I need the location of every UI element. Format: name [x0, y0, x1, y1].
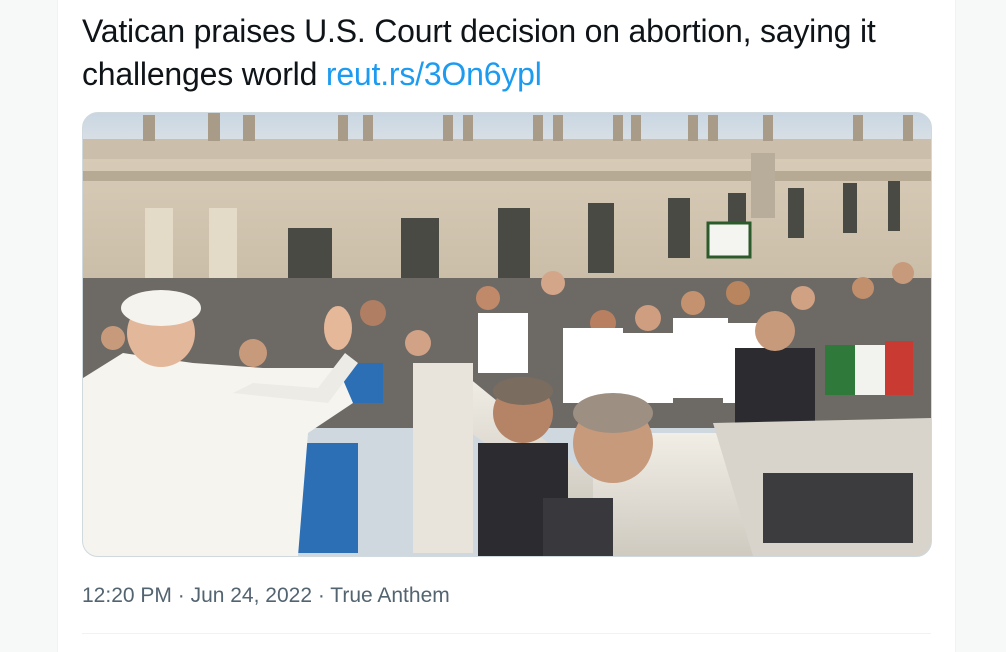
tweet-text: Vatican praises U.S. Court decision on a… — [82, 10, 942, 96]
tweet-container: Vatican praises U.S. Court decision on a… — [57, 0, 956, 652]
divider — [82, 633, 931, 634]
tweet-photo[interactable] — [82, 112, 932, 557]
tweet-time[interactable]: 12:20 PM — [82, 584, 172, 607]
tweet-date[interactable]: Jun 24, 2022 — [191, 584, 312, 607]
photo-image — [83, 113, 931, 556]
tweet-link[interactable]: reut.rs/3On6ypl — [326, 56, 542, 92]
separator-dot: · — [312, 584, 331, 607]
tweet-source[interactable]: True Anthem — [330, 584, 449, 607]
tweet-metadata: 12:20 PM · Jun 24, 2022 · True Anthem — [82, 582, 450, 610]
separator-dot: · — [171, 584, 191, 607]
